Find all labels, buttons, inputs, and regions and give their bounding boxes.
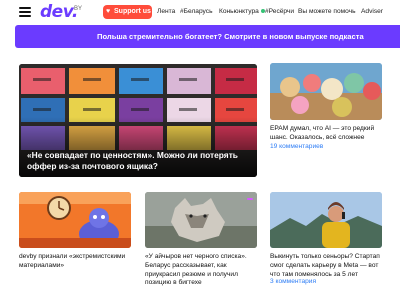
- nav-item-market-label: Коньюнктура: [219, 8, 259, 15]
- support-button-label: Support us: [114, 8, 151, 15]
- nav-item-feed[interactable]: Лента: [157, 8, 175, 15]
- side-article-image[interactable]: [270, 63, 382, 120]
- raccoon-illustration: [19, 192, 131, 248]
- article-image-2[interactable]: [145, 192, 257, 248]
- side-article-comments[interactable]: 19 комментариев: [270, 143, 323, 150]
- article-title-1[interactable]: devby признали «экстремистскими материал…: [19, 253, 135, 271]
- header: dev. BY ♥ Support us Лента #Беларусь Кон…: [0, 0, 400, 24]
- promo-tag: [247, 198, 253, 200]
- article-image-1[interactable]: [19, 192, 131, 248]
- article-image-3[interactable]: [270, 192, 382, 248]
- nav-item-adviser[interactable]: Adviser: [361, 8, 383, 15]
- nav-item-belarus[interactable]: #Беларусь: [180, 8, 213, 15]
- podcast-banner[interactable]: Польша стремительно богатеет? Смотрите в…: [15, 25, 400, 48]
- support-button[interactable]: ♥ Support us: [103, 5, 152, 19]
- site-logo[interactable]: dev.: [40, 2, 78, 22]
- article-comments-3[interactable]: 3 комментария: [270, 278, 316, 285]
- wolf-illustration: [145, 192, 257, 248]
- nav-item-help[interactable]: Вы можете помочь: [298, 8, 356, 15]
- nav-item-research[interactable]: #Ресёрчи: [265, 8, 294, 15]
- logo-region-label: BY: [74, 6, 83, 12]
- heart-icon: ♥: [106, 8, 111, 15]
- article-title-3[interactable]: Выкинуть только сеньоры? Стартап смог сд…: [270, 253, 386, 279]
- menu-icon[interactable]: [19, 7, 31, 17]
- person-illustration: [270, 192, 382, 248]
- article-title-2[interactable]: «У айчыров нет черного списка». Беларус …: [145, 253, 261, 286]
- toys-illustration: [270, 63, 382, 120]
- side-article-title[interactable]: EPAM думал, что AI — это редкий шанс. Ок…: [270, 124, 382, 142]
- nav-item-market[interactable]: Коньюнктура: [219, 8, 265, 15]
- hero-title[interactable]: «Не совпадает по ценностям». Можно ли по…: [27, 150, 262, 172]
